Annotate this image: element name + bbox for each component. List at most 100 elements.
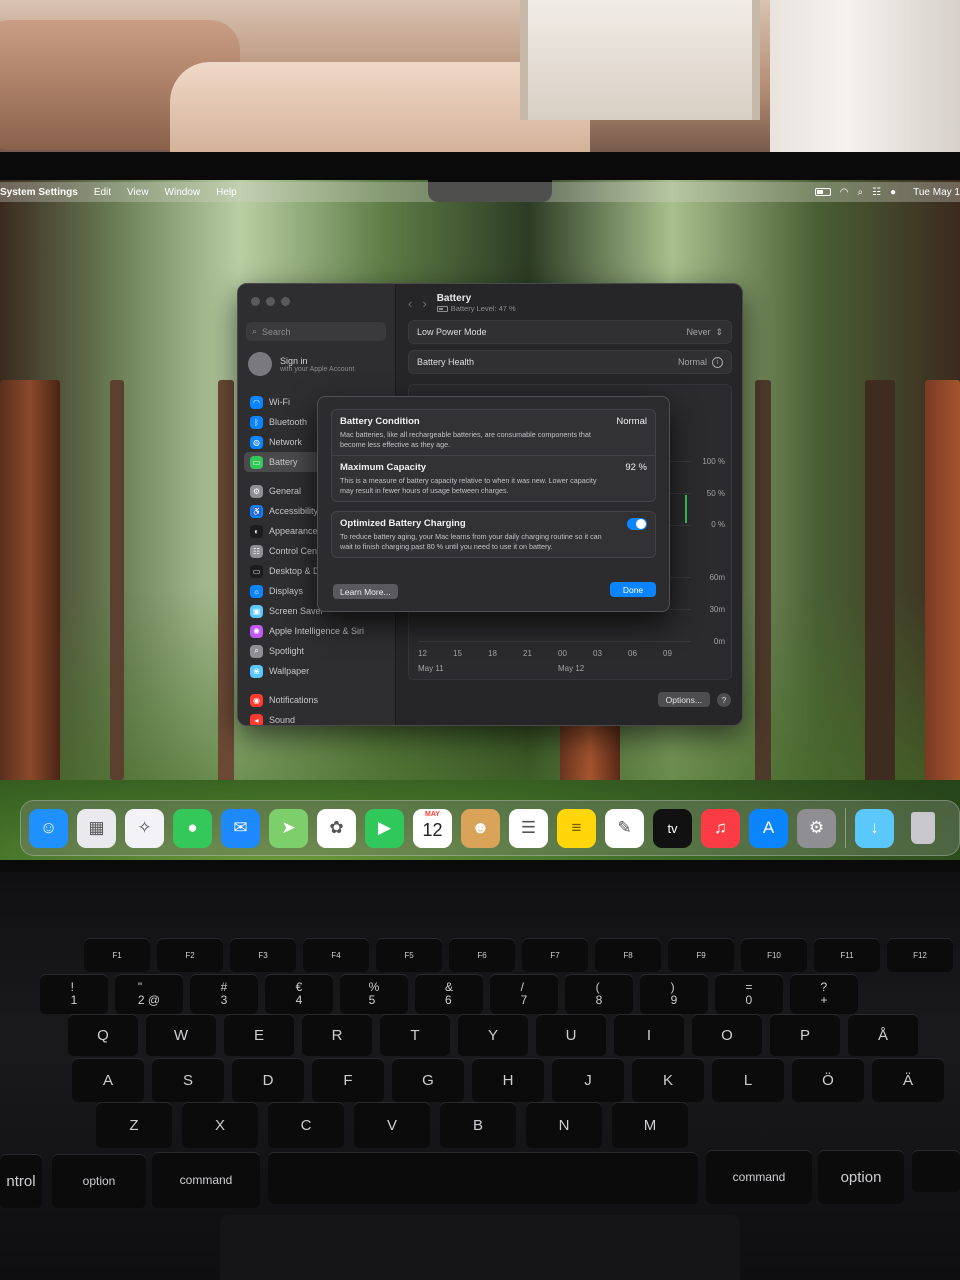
key-f12[interactable]: F12 (887, 938, 953, 972)
dock-photos-icon[interactable]: ✿ (317, 808, 356, 848)
minimize-button[interactable] (266, 297, 275, 306)
siri-icon[interactable]: ● (890, 187, 896, 198)
battery-status-icon[interactable] (814, 188, 831, 196)
control-centre-icon[interactable]: ☷ (872, 187, 881, 198)
dock-launchpad-icon[interactable]: ▦ (77, 808, 116, 848)
key-6[interactable]: M (612, 1102, 688, 1148)
dock-app-store-icon[interactable]: A (749, 808, 788, 848)
menu-window[interactable]: Window (157, 187, 209, 198)
trackpad[interactable] (220, 1215, 740, 1280)
key-number[interactable]: " 2 @ (115, 974, 183, 1014)
key-8[interactable]: O (692, 1014, 762, 1056)
back-chevron-icon[interactable]: ‹ (408, 296, 412, 311)
key-0[interactable]: A (72, 1058, 144, 1102)
key-f11[interactable]: F11 (814, 938, 880, 972)
key-4[interactable]: B (440, 1102, 516, 1148)
key-3[interactable]: R (302, 1014, 372, 1056)
command-key-right[interactable]: command (706, 1150, 812, 1204)
key-f8[interactable]: F8 (595, 938, 661, 972)
low-power-mode-row[interactable]: Low Power Mode Never ⇕ (408, 320, 732, 344)
key-0[interactable]: Z (96, 1102, 172, 1148)
dock-calendar-icon[interactable]: MAY 12 (413, 808, 452, 848)
dock-trash-icon[interactable] (903, 809, 942, 848)
key-number[interactable]: ! 1 (40, 974, 108, 1014)
key-number[interactable]: / 7 (490, 974, 558, 1014)
option-key-left[interactable]: option (52, 1154, 146, 1208)
dock-downloads-folder-icon[interactable]: ↓ (855, 808, 894, 848)
key-f2[interactable]: F2 (157, 938, 223, 972)
key-number[interactable]: ( 8 (565, 974, 633, 1014)
menu-clock[interactable]: Tue May 1 (905, 187, 960, 198)
done-button[interactable]: Done (610, 582, 656, 597)
info-icon[interactable]: i (712, 356, 723, 368)
apple-account[interactable]: Sign in with your Apple Account (248, 352, 354, 376)
learn-more-button[interactable]: Learn More... (333, 584, 398, 599)
dock-finder-icon[interactable]: ☺ (29, 808, 68, 848)
key-10[interactable]: Ä (872, 1058, 944, 1102)
key-f1[interactable]: F1 (84, 938, 150, 972)
key-3[interactable]: F (312, 1058, 384, 1102)
dock-system-settings-icon[interactable]: ⚙ (797, 808, 836, 848)
dock-notes-icon[interactable]: ≡ (557, 808, 596, 848)
search-icon[interactable]: ⌕ (858, 187, 864, 198)
key-f7[interactable]: F7 (522, 938, 588, 972)
dock-maps-icon[interactable]: ➤ (269, 808, 308, 848)
wifi-icon[interactable]: ◠ (840, 187, 849, 198)
forward-chevron-icon[interactable]: › (422, 296, 426, 311)
menu-help[interactable]: Help (208, 187, 245, 198)
key-number[interactable]: ) 9 (640, 974, 708, 1014)
key-f3[interactable]: F3 (230, 938, 296, 972)
key-4[interactable]: G (392, 1058, 464, 1102)
arrow-left-key[interactable] (912, 1150, 960, 1192)
battery-health-row[interactable]: Battery Health Normal i (408, 350, 732, 374)
key-5[interactable]: Y (458, 1014, 528, 1056)
key-number[interactable]: % 5 (340, 974, 408, 1014)
key-8[interactable]: L (712, 1058, 784, 1102)
option-key-right[interactable]: option (818, 1150, 904, 1204)
command-key-left[interactable]: command (152, 1152, 260, 1208)
key-2[interactable]: E (224, 1014, 294, 1056)
dock-mail-icon[interactable]: ✉ (221, 808, 260, 848)
key-4[interactable]: T (380, 1014, 450, 1056)
control-key[interactable]: ntrol (0, 1154, 42, 1208)
low-power-mode-select[interactable]: Never ⇕ (686, 327, 723, 338)
dock-facetime-icon[interactable]: ▶ (365, 808, 404, 848)
key-number[interactable]: ? + (790, 974, 858, 1014)
dock-tv-icon[interactable]: tv (653, 808, 692, 848)
key-0[interactable]: Q (68, 1014, 138, 1056)
search-input[interactable]: ⌕ Search (246, 322, 386, 341)
key-f5[interactable]: F5 (376, 938, 442, 972)
sidebar-item-sound[interactable]: ◂ Sound (244, 710, 390, 725)
options-button[interactable]: Options... (657, 692, 710, 707)
dock-safari-icon[interactable]: ✧ (125, 808, 164, 848)
zoom-button[interactable] (281, 297, 290, 306)
menu-app-name[interactable]: System Settings (0, 187, 86, 198)
dock-contacts-icon[interactable]: ☻ (461, 808, 500, 848)
key-6[interactable]: J (552, 1058, 624, 1102)
key-9[interactable]: P (770, 1014, 840, 1056)
key-2[interactable]: C (268, 1102, 344, 1148)
key-6[interactable]: U (536, 1014, 606, 1056)
optimized-charging-toggle[interactable] (627, 518, 647, 530)
menu-view[interactable]: View (119, 187, 157, 198)
key-7[interactable]: I (614, 1014, 684, 1056)
key-1[interactable]: X (182, 1102, 258, 1148)
key-number[interactable]: € 4 (265, 974, 333, 1014)
key-5[interactable]: H (472, 1058, 544, 1102)
menu-edit[interactable]: Edit (86, 187, 119, 198)
sidebar-item-spotlight[interactable]: ⌕ Spotlight (244, 641, 390, 661)
key-2[interactable]: D (232, 1058, 304, 1102)
dock-reminders-icon[interactable]: ☰ (509, 808, 548, 848)
key-f10[interactable]: F10 (741, 938, 807, 972)
key-number[interactable]: # 3 (190, 974, 258, 1014)
help-button[interactable]: ? (717, 693, 731, 707)
key-9[interactable]: Ö (792, 1058, 864, 1102)
key-5[interactable]: N (526, 1102, 602, 1148)
key-1[interactable]: W (146, 1014, 216, 1056)
dock-freeform-icon[interactable]: ✎ (605, 808, 644, 848)
dock-messages-icon[interactable]: ● (173, 808, 212, 848)
spacebar[interactable] (268, 1152, 698, 1204)
sidebar-item-wallpaper[interactable]: ❀ Wallpaper (244, 661, 390, 681)
key-10[interactable]: Å (848, 1014, 918, 1056)
dock-music-icon[interactable]: ♫ (701, 808, 740, 848)
